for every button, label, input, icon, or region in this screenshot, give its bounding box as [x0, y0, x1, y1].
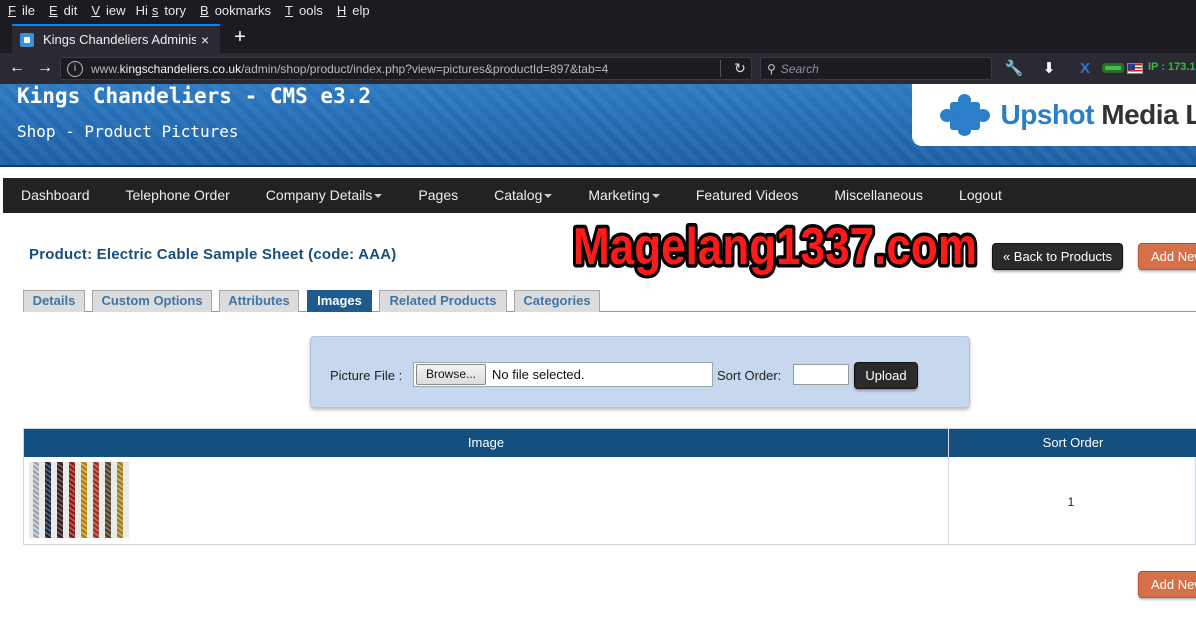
cms-title: Kings Chandeliers - CMS e3.2: [17, 84, 372, 108]
brand-name: Upshot Media L: [1000, 99, 1196, 130]
tab-images[interactable]: Images: [307, 290, 372, 312]
tab-details[interactable]: Details: [23, 290, 85, 312]
product-image-thumbnail[interactable]: [29, 462, 129, 538]
sort-order-input[interactable]: [793, 364, 849, 385]
image-column-header: Image: [24, 429, 948, 457]
watermark-text: Magelang1337.com: [570, 215, 981, 280]
tab-categories[interactable]: Categories: [514, 290, 600, 312]
reload-icon[interactable]: ↻: [729, 60, 751, 77]
us-flag-icon: [1127, 63, 1143, 74]
page-title: Product: Electric Cable Sample Sheet (co…: [29, 246, 397, 263]
images-table: Image Sort Order 1: [23, 428, 1196, 545]
browser-tab[interactable]: Kings Chandeliers Adminis… ×: [12, 24, 220, 53]
search-icon: ⚲: [767, 61, 776, 76]
upload-button[interactable]: Upload: [854, 362, 918, 389]
picture-file-input[interactable]: Browse... No file selected.: [413, 362, 713, 387]
forward-arrow-icon[interactable]: →: [33, 57, 57, 79]
tab-related-products[interactable]: Related Products: [379, 290, 507, 312]
cms-header: Kings Chandeliers - CMS e3.2 Shop - Prod…: [0, 84, 1196, 167]
site-favicon-icon: [20, 32, 34, 47]
new-tab-button[interactable]: +: [229, 24, 251, 50]
close-tab-icon[interactable]: ×: [196, 32, 214, 48]
row-sort-order: 1: [1067, 495, 1075, 509]
caret-down-icon: [374, 194, 383, 199]
tab-attributes[interactable]: Attributes: [219, 290, 299, 312]
brand-logo: Upshot Media L: [912, 84, 1196, 146]
menu-view[interactable]: View: [83, 3, 129, 18]
site-info-icon[interactable]: i: [67, 60, 83, 77]
puzzle-logo-icon: [936, 94, 993, 136]
picture-file-label: Picture File :: [330, 368, 403, 383]
ip-indicator: IP : 173.19: [1148, 61, 1196, 73]
back-to-products-button[interactable]: « Back to Products: [992, 243, 1123, 270]
tab-custom-options[interactable]: Custom Options: [92, 290, 212, 312]
wrench-icon[interactable]: 🔧: [1004, 58, 1024, 80]
nav-item-catalog[interactable]: Catalog: [476, 178, 570, 213]
nav-item-pages[interactable]: Pages: [400, 178, 476, 213]
menu-bookmarks[interactable]: Bookmarks: [192, 3, 275, 18]
menu-bar: File Edit View Hi s tory Bookmarks Tools Help: [0, 0, 1196, 21]
file-name-text: No file selected.: [492, 367, 585, 382]
caret-down-icon: [651, 194, 660, 199]
nav-item-marketing[interactable]: Marketing: [570, 178, 677, 213]
upload-panel: Picture File : Browse... No file selecte…: [310, 336, 970, 408]
sort-order-column-header: Sort Order: [949, 429, 1196, 457]
sort-order-label: Sort Order:: [717, 368, 782, 383]
nav-item-telephone-order[interactable]: Telephone Order: [108, 178, 248, 213]
download-icon[interactable]: ⬇: [1039, 58, 1059, 80]
nav-item-dashboard[interactable]: Dashboard: [3, 178, 108, 213]
column-divider: [948, 429, 949, 545]
nav-item-company-details[interactable]: Company Details: [248, 178, 401, 213]
back-arrow-icon[interactable]: ←: [5, 57, 29, 79]
cms-subtitle: Shop - Product Pictures: [17, 122, 239, 141]
extension-green-icon[interactable]: [1102, 60, 1124, 78]
navigation-toolbar: ← → i www.kingschandeliers.co.uk/admin/s…: [0, 53, 1196, 84]
menu-help[interactable]: Help: [329, 3, 374, 18]
product-tabs: Details Custom Options Attributes Images Rel…: [23, 290, 1196, 312]
tab-title: Kings Chandeliers Adminis…: [43, 32, 196, 47]
search-input[interactable]: ⚲ Search: [760, 57, 992, 80]
menu-tools[interactable]: Tools: [277, 3, 327, 18]
tab-strip: Kings Chandeliers Adminis… ×: [0, 21, 1196, 53]
url-divider: [720, 60, 721, 77]
url-text[interactable]: www.kingschandeliers.co.uk/admin/shop/pr…: [91, 62, 712, 76]
address-bar[interactable]: i www.kingschandeliers.co.uk/admin/shop/…: [60, 57, 752, 80]
browse-button[interactable]: Browse...: [416, 364, 487, 385]
nav-item-featured-videos[interactable]: Featured Videos: [678, 178, 816, 213]
svg-text:Magelang1337.com: Magelang1337.com: [573, 218, 977, 276]
menu-edit[interactable]: Edit: [41, 3, 81, 18]
search-placeholder: Search: [780, 61, 819, 76]
main-navigation: Dashboard Telephone Order Company Details P…: [3, 178, 1196, 213]
add-new-button-bottom[interactable]: Add New: [1138, 571, 1196, 598]
add-new-button-top[interactable]: Add New: [1138, 243, 1196, 270]
nav-item-miscellaneous[interactable]: Miscellaneous: [816, 178, 941, 213]
menu-file[interactable]: File: [0, 3, 39, 18]
extension-x-icon[interactable]: X: [1075, 58, 1095, 80]
nav-item-logout[interactable]: Logout: [941, 178, 1020, 213]
menu-history[interactable]: Hi s tory: [132, 3, 190, 18]
caret-down-icon: [544, 194, 553, 199]
